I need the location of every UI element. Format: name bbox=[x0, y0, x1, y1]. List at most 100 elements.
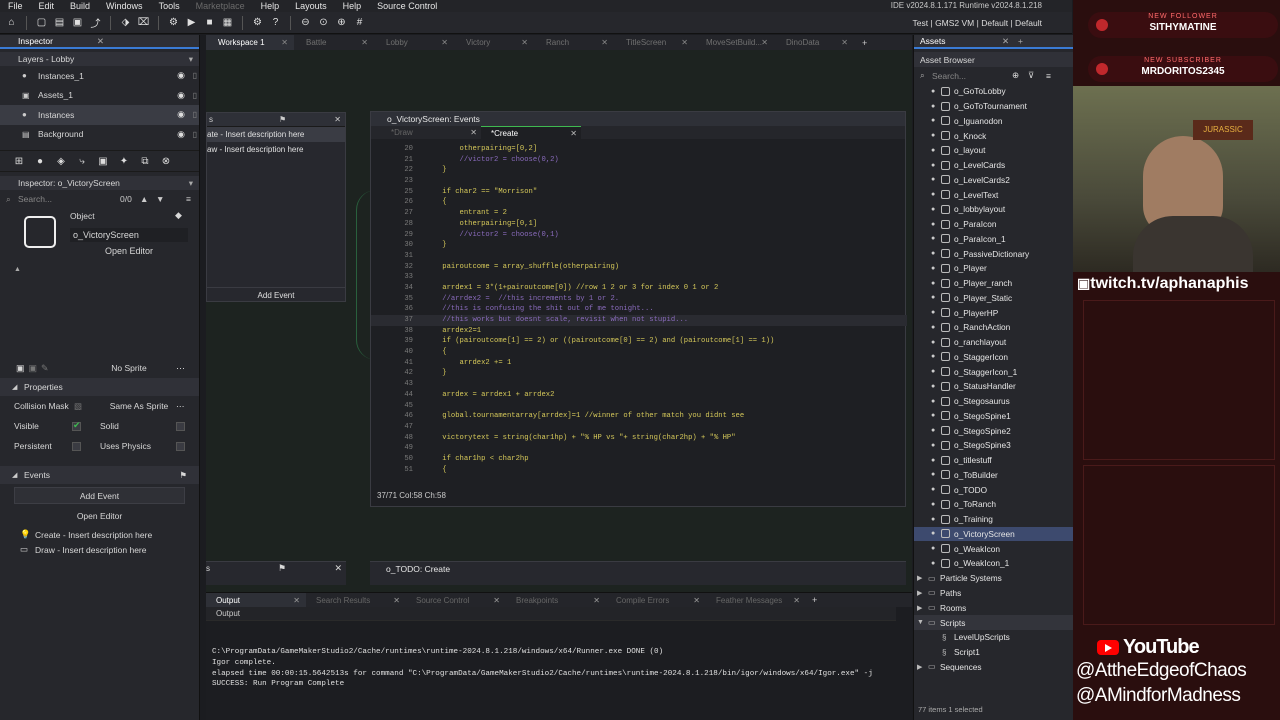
menu-help[interactable]: Help bbox=[253, 1, 288, 11]
folder-particle-systems[interactable]: ▶ ▭ Particle Systems bbox=[914, 571, 1073, 586]
code-line[interactable]: 31 bbox=[371, 251, 907, 262]
clean-build-icon[interactable]: ▦ bbox=[220, 15, 235, 30]
zoom-out-icon[interactable]: ⊖ bbox=[298, 15, 313, 30]
asset-object-item[interactable]: ● o_TODO bbox=[914, 482, 1073, 497]
more-icon[interactable]: ⋯ bbox=[176, 363, 185, 374]
sprite-edit-icon[interactable]: ▣ bbox=[16, 363, 25, 374]
code-line[interactable]: 44 arrdex = arrdex1 + arrdex2 bbox=[371, 390, 907, 401]
menu-help-2[interactable]: Help bbox=[335, 1, 370, 11]
event-draw[interactable]: ▭ Draw - Insert description here bbox=[0, 542, 199, 557]
script-item[interactable]: § Script1 bbox=[914, 645, 1073, 660]
code-line[interactable]: 27 entrant = 2 bbox=[371, 208, 907, 219]
layer-circle-icon[interactable]: ● bbox=[33, 154, 47, 168]
tab-movesetbuild[interactable]: MoveSetBuild... ✕ bbox=[694, 35, 774, 50]
tab-draw[interactable]: *Draw ✕ bbox=[381, 126, 481, 139]
flag-icon[interactable]: ⚑ bbox=[278, 563, 286, 574]
code-line[interactable]: 30 } bbox=[371, 240, 907, 251]
help-icon[interactable]: ? bbox=[268, 15, 283, 30]
code-line[interactable]: 22 } bbox=[371, 165, 907, 176]
sprite-new-icon[interactable]: ▣ bbox=[29, 363, 38, 374]
asset-search[interactable]: ⌕ Search... ⊕ ⊽ ≡ bbox=[914, 67, 1073, 84]
asset-object-item[interactable]: ● o_VictoryScreen bbox=[914, 526, 1073, 542]
code-line[interactable]: 35 //arrdex2 = //this increments by 1 or… bbox=[371, 294, 907, 305]
code-line[interactable]: 39 if (pairoutcome[1] == 2) or ((pairout… bbox=[371, 336, 907, 347]
code-line[interactable]: 45 bbox=[371, 401, 907, 412]
code-line[interactable]: 40 { bbox=[371, 347, 907, 358]
code-line[interactable]: 20 otherpairing=[0,2] bbox=[371, 144, 907, 155]
flag-icon[interactable]: ⚑ bbox=[179, 470, 187, 481]
event-create[interactable]: 💡 Create - Insert description here bbox=[0, 527, 199, 542]
layer-item[interactable]: ▤ Background ◉ ▯ bbox=[0, 125, 199, 145]
inspector-search[interactable]: ⌕ Search... 0/0 ▲ ▼ ≡ bbox=[0, 190, 199, 208]
asset-search-input[interactable]: Search... bbox=[932, 71, 966, 81]
chevron-up-icon[interactable]: ▲ bbox=[140, 194, 148, 204]
tab-titlescreen[interactable]: TitleScreen ✕ bbox=[614, 35, 694, 50]
code-line[interactable]: 33 bbox=[371, 272, 907, 283]
asset-object-item[interactable]: ● o_Iguanodon bbox=[914, 114, 1073, 129]
uses-physics-checkbox[interactable] bbox=[176, 441, 185, 451]
tab-breakpoints[interactable]: Breakpoints ✕ bbox=[506, 593, 606, 607]
asset-object-item[interactable]: ● o_StegoSpine1 bbox=[914, 409, 1073, 424]
asset-object-item[interactable]: ● o_WeakIcon_1 bbox=[914, 556, 1073, 571]
stop-icon[interactable]: ■ bbox=[202, 15, 217, 30]
asset-object-item[interactable]: ● o_StatusHandler bbox=[914, 379, 1073, 394]
close-icon[interactable]: ✕ bbox=[761, 38, 768, 47]
menu-windows[interactable]: Windows bbox=[98, 1, 151, 11]
grid-icon[interactable]: # bbox=[352, 15, 367, 30]
code-line[interactable]: 46 global.tournamentarray[arrdex]=1 //wi… bbox=[371, 411, 907, 422]
close-icon[interactable]: ✕ bbox=[521, 38, 528, 47]
code-line[interactable]: 21 //victor2 = choose(0,2) bbox=[371, 155, 907, 166]
asset-object-item[interactable]: ● o_Knock bbox=[914, 128, 1073, 143]
layer-tile-icon[interactable]: ◈ bbox=[54, 154, 68, 168]
menu-source-control[interactable]: Source Control bbox=[369, 1, 445, 11]
code-line[interactable]: 50 if char1hp < char2hp bbox=[371, 454, 907, 465]
new-project-icon[interactable]: ▢ bbox=[34, 15, 49, 30]
sprite-pen-icon[interactable]: ✎ bbox=[41, 363, 49, 374]
code-line[interactable]: 36 //this is confusing the shit out of m… bbox=[371, 304, 907, 315]
filter-icon[interactable]: ⊽ bbox=[1028, 70, 1034, 81]
close-icon[interactable]: ✕ bbox=[493, 596, 500, 605]
event-row[interactable]: aw - Insert description here bbox=[207, 142, 345, 157]
layer-asset-icon[interactable]: ▣ bbox=[96, 154, 110, 168]
eye-icon[interactable]: ◉ bbox=[177, 129, 185, 140]
open-editor-button-2[interactable]: Open Editor bbox=[14, 507, 185, 524]
code-line[interactable]: 47 bbox=[371, 422, 907, 433]
sprite-select[interactable]: No Sprite bbox=[70, 363, 188, 373]
asset-object-item[interactable]: ● o_titlestuff bbox=[914, 453, 1073, 468]
layer-item[interactable]: ● Instances ◉ ▯ bbox=[0, 105, 199, 125]
chevron-down-icon[interactable]: ▼ bbox=[156, 194, 164, 204]
script-item[interactable]: § LevelUpScripts bbox=[914, 630, 1073, 645]
close-icon[interactable]: ✕ bbox=[361, 38, 368, 47]
asset-object-item[interactable]: ● o_ParaIcon bbox=[914, 217, 1073, 232]
build-targets[interactable]: Test | GMS2 VM | Default | Default bbox=[913, 12, 1042, 34]
chevron-down-icon[interactable]: ▾ bbox=[189, 54, 193, 65]
tab-source-control[interactable]: Source Control ✕ bbox=[406, 593, 506, 607]
close-icon[interactable]: ✕ bbox=[841, 38, 848, 47]
close-icon[interactable]: ✕ bbox=[441, 38, 448, 47]
asset-object-item[interactable]: ● o_ranchlayout bbox=[914, 335, 1073, 350]
solid-checkbox[interactable] bbox=[176, 421, 185, 431]
asset-object-item[interactable]: ● o_GoToLobby bbox=[914, 84, 1073, 99]
save-icon[interactable]: ▣ bbox=[70, 15, 85, 30]
add-tab-icon[interactable]: + bbox=[1018, 36, 1023, 46]
asset-object-item[interactable]: ● o_LevelCards bbox=[914, 158, 1073, 173]
menu-marketplace[interactable]: Marketplace bbox=[188, 1, 253, 11]
add-asset-icon[interactable]: ⊕ bbox=[1012, 70, 1019, 81]
asset-object-item[interactable]: ● o_Player_ranch bbox=[914, 276, 1073, 291]
menu-tools[interactable]: Tools bbox=[151, 1, 188, 11]
asset-object-item[interactable]: ● o_ParaIcon_1 bbox=[914, 232, 1073, 247]
close-icon[interactable]: ✕ bbox=[793, 596, 800, 605]
menu-edit[interactable]: Edit bbox=[31, 1, 63, 11]
tab-compile-errors[interactable]: Compile Errors ✕ bbox=[606, 593, 706, 607]
code-line[interactable]: 28 otherpairing=[0,1] bbox=[371, 219, 907, 230]
asset-object-item[interactable]: ● o_lobbylayout bbox=[914, 202, 1073, 217]
code-line[interactable]: 49 bbox=[371, 443, 907, 454]
asset-object-item[interactable]: ● o_PassiveDictionary bbox=[914, 246, 1073, 261]
asset-object-item[interactable]: ● o_GoToTournament bbox=[914, 99, 1073, 114]
code-area[interactable]: 20 otherpairing=[0,2] 21 //victor2 = choo… bbox=[371, 144, 907, 491]
close-icon[interactable]: ✕ bbox=[681, 38, 688, 47]
eye-icon[interactable]: ◉ bbox=[177, 90, 185, 101]
inspector-tab[interactable]: Inspector ✕ bbox=[0, 35, 199, 49]
asset-object-item[interactable]: ● o_StegoSpine3 bbox=[914, 438, 1073, 453]
folder-rooms[interactable]: ▶ ▭ Rooms bbox=[914, 600, 1073, 615]
